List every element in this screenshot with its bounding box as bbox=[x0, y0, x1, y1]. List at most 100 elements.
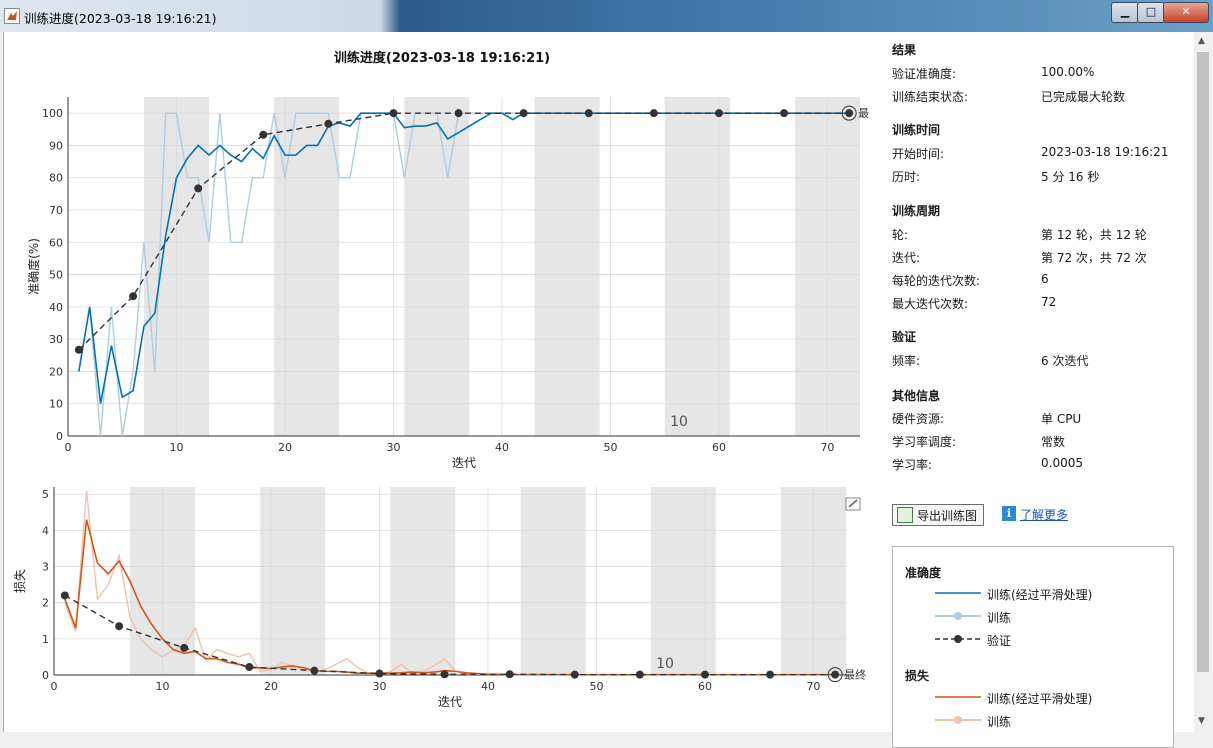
iteration-value: 第 72 次，共 72 次 bbox=[1041, 251, 1147, 265]
legend-acc-train: 训练 bbox=[987, 611, 1012, 625]
minimize-button[interactable]: ▁ bbox=[1111, 2, 1139, 23]
close-button[interactable]: ✕ bbox=[1163, 2, 1209, 23]
epoch-band bbox=[260, 487, 326, 675]
epoch-band bbox=[404, 97, 470, 436]
loss-plot: 0123450 10 20 30 40 50 60 70迭代损失最终10 bbox=[12, 487, 866, 709]
y-tick-label: 3 bbox=[42, 561, 49, 574]
results-heading: 结果 bbox=[892, 43, 917, 57]
y-tick-label: 2 bbox=[42, 597, 49, 610]
y-tick-label: 50 bbox=[49, 269, 63, 282]
y-tick-label: 40 bbox=[49, 301, 63, 314]
x-tick-label: 60 bbox=[712, 441, 726, 454]
epoch-band bbox=[274, 97, 340, 436]
x-tick-label: 30 bbox=[372, 680, 386, 693]
x-tick-label: 50 bbox=[603, 441, 617, 454]
hardware-label: 硬件资源: bbox=[892, 412, 945, 426]
legend-acc-val: 验证 bbox=[987, 634, 1012, 648]
window-title: 训练进度(2023-03-18 19:16:21) bbox=[24, 11, 217, 26]
training-figure: 训练进度(2023-03-18 19:16:21) 01020304050607… bbox=[12, 50, 869, 709]
end-state-label: 训练结束状态: bbox=[892, 90, 969, 104]
elapsed-value: 5 分 16 秒 bbox=[1041, 170, 1100, 184]
validation-point bbox=[180, 643, 189, 652]
x-tick-label: 50 bbox=[589, 680, 603, 693]
validation-point bbox=[454, 109, 463, 118]
vertical-scrollbar[interactable]: ▲ ▼ bbox=[1194, 32, 1213, 732]
validation-point bbox=[74, 345, 83, 354]
accuracy-plot: 0 10 20 30 40 50 60 70 80 90 100 0 10 20 30 40 50 60 70 迭代 准… bbox=[26, 97, 869, 470]
export-training-plot-button[interactable]: 导出训练图 bbox=[892, 504, 984, 526]
cycle-heading: 训练周期 bbox=[892, 204, 941, 218]
elapsed-label: 历时: bbox=[892, 170, 921, 184]
epoch-badge: 10 bbox=[656, 656, 674, 672]
y-tick-label: 0 bbox=[42, 669, 49, 682]
epoch-band bbox=[664, 97, 730, 436]
x-tick-label: 70 bbox=[806, 680, 820, 693]
max-iter-label: 最大迭代次数: bbox=[892, 297, 969, 311]
x-tick-label: 20 bbox=[278, 441, 292, 454]
x-tick-label: 70 bbox=[820, 441, 834, 454]
y-tick-label: 80 bbox=[49, 172, 63, 185]
legend-loss-swatches bbox=[935, 696, 981, 724]
training-progress-panel: 训练进度(2023-03-18 19:16:21) 0 10 20 30 40 50 60 7… bbox=[3, 32, 1194, 748]
y-tick-label: 1 bbox=[42, 633, 49, 646]
legend-accuracy-heading: 准确度 bbox=[905, 566, 942, 580]
epoch-label: 轮: bbox=[892, 228, 909, 242]
legend-panel: 准确度 训练(经过平滑处理) 训练 验证 损失 训练(经过平滑处理) 训练 bbox=[892, 546, 1174, 748]
other-info-heading: 其他信息 bbox=[892, 389, 941, 403]
y-tick-label: 100 bbox=[42, 107, 63, 120]
x-tick-label: 10 bbox=[169, 441, 183, 454]
scroll-up-icon[interactable]: ▲ bbox=[1198, 36, 1205, 46]
y-tick-label: 60 bbox=[49, 236, 63, 249]
validation-point bbox=[259, 130, 268, 139]
maximize-button[interactable]: □ bbox=[1137, 2, 1165, 23]
learning-rate-value: 0.0005 bbox=[1041, 456, 1083, 470]
validation-point bbox=[766, 670, 775, 679]
figure-title: 训练进度(2023-03-18 19:16:21) bbox=[334, 50, 550, 66]
x-tick-label: 0 bbox=[51, 680, 58, 693]
x-tick-label: 60 bbox=[698, 680, 712, 693]
epoch-value: 第 12 轮，共 12 轮 bbox=[1041, 228, 1147, 242]
window-titlebar[interactable]: 训练进度(2023-03-18 19:16:21) ▁ □ ✕ bbox=[0, 0, 1213, 32]
frequency-label: 频率: bbox=[892, 354, 921, 368]
val-acc-label: 验证准确度: bbox=[892, 67, 957, 81]
validation-point bbox=[780, 109, 789, 118]
y-tick-label: 90 bbox=[49, 139, 63, 152]
learn-more-link[interactable]: 了解更多 bbox=[1020, 506, 1068, 523]
y-tick-label: 4 bbox=[42, 524, 49, 537]
end-state-value: 已完成最大轮数 bbox=[1041, 90, 1126, 104]
legend-loss-train: 训练 bbox=[987, 715, 1012, 729]
validation-point bbox=[60, 591, 69, 600]
epoch-band bbox=[520, 487, 586, 675]
validation-point bbox=[115, 622, 124, 631]
x-axis-label: 迭代 bbox=[452, 456, 476, 470]
x-tick-label: 20 bbox=[264, 680, 278, 693]
y-tick-label: 5 bbox=[42, 488, 49, 501]
validation-point bbox=[440, 670, 449, 679]
epoch-band bbox=[534, 97, 600, 436]
y-tick-label: 20 bbox=[49, 365, 63, 378]
x-tick-label: 0 bbox=[65, 441, 72, 454]
y-tick-label: 0 bbox=[56, 430, 63, 443]
scroll-thumb[interactable] bbox=[1197, 52, 1209, 672]
iter-per-epoch-value: 6 bbox=[1041, 272, 1049, 286]
epoch-badge: 10 bbox=[670, 414, 688, 430]
x-tick-label: 40 bbox=[481, 680, 495, 693]
validation-heading: 验证 bbox=[892, 330, 917, 344]
epoch-band bbox=[650, 487, 716, 675]
val-acc-value: 100.00% bbox=[1041, 65, 1095, 79]
scroll-down-icon[interactable]: ▼ bbox=[1198, 716, 1205, 726]
legend-loss-heading: 损失 bbox=[905, 669, 930, 683]
validation-point bbox=[519, 109, 528, 118]
validation-point bbox=[389, 109, 398, 118]
x-tick-label: 30 bbox=[386, 441, 400, 454]
final-label: 最终 bbox=[844, 668, 866, 682]
validation-point bbox=[375, 669, 384, 678]
validation-point bbox=[245, 663, 254, 672]
validation-point bbox=[635, 670, 644, 679]
validation-point bbox=[324, 119, 333, 128]
iter-per-epoch-label: 每轮的迭代次数: bbox=[892, 274, 981, 288]
export-plot-icon[interactable] bbox=[845, 497, 861, 511]
learning-rate-label: 学习率: bbox=[892, 458, 933, 472]
validation-point bbox=[129, 292, 138, 301]
max-iter-value: 72 bbox=[1041, 295, 1057, 309]
